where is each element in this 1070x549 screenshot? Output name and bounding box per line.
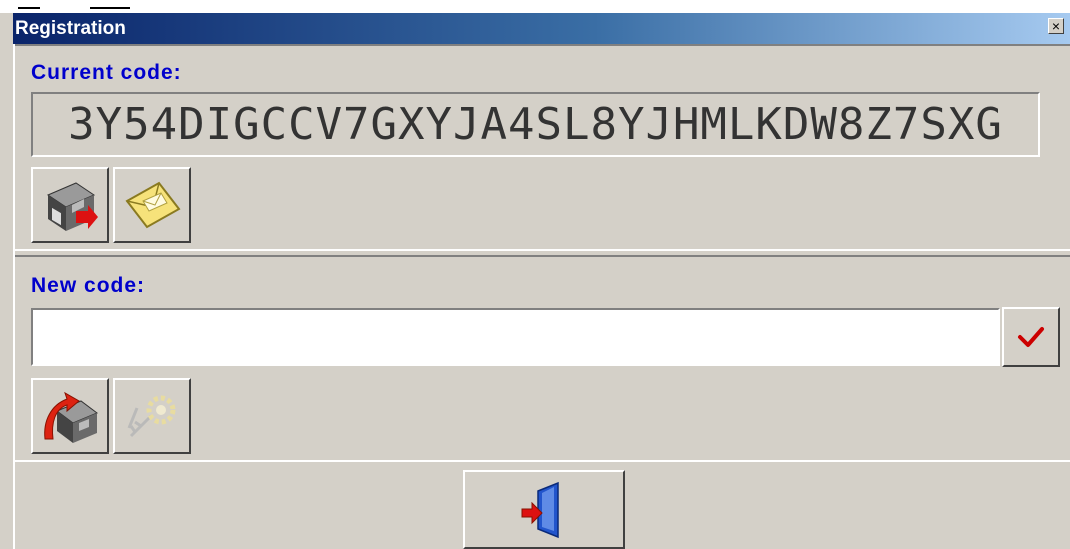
load-disk-icon <box>44 391 98 443</box>
current-code-panel: Current code: 3Y54DIGCCV7GXYJA4SL8YJHMLK… <box>15 44 1070 251</box>
load-code-button[interactable] <box>31 378 109 454</box>
top-strip <box>0 0 1070 13</box>
exit-button[interactable] <box>463 470 625 549</box>
close-icon: × <box>1051 18 1061 34</box>
key-button[interactable] <box>113 378 191 454</box>
confirm-code-button[interactable] <box>1002 307 1060 367</box>
top-strip-mark <box>90 0 130 9</box>
new-code-panel: New code: <box>15 255 1070 462</box>
top-strip-mark <box>18 0 40 9</box>
window-title: Registration <box>15 18 126 39</box>
envelope-icon <box>125 181 181 229</box>
close-button[interactable]: × <box>1048 18 1064 34</box>
new-code-label: New code: <box>31 274 146 297</box>
save-code-button[interactable] <box>31 167 109 243</box>
checkmark-icon <box>1018 327 1044 347</box>
title-bar: Registration × <box>13 13 1070 44</box>
current-code-label: Current code: <box>31 61 182 84</box>
save-disk-icon <box>46 182 98 231</box>
current-code-display: 3Y54DIGCCV7GXYJA4SL8YJHMLKDW8Z7SXG <box>31 92 1040 157</box>
email-code-button[interactable] <box>113 167 191 243</box>
new-code-input[interactable] <box>31 308 1000 366</box>
key-icon <box>127 395 176 438</box>
exit-door-icon <box>521 481 559 538</box>
